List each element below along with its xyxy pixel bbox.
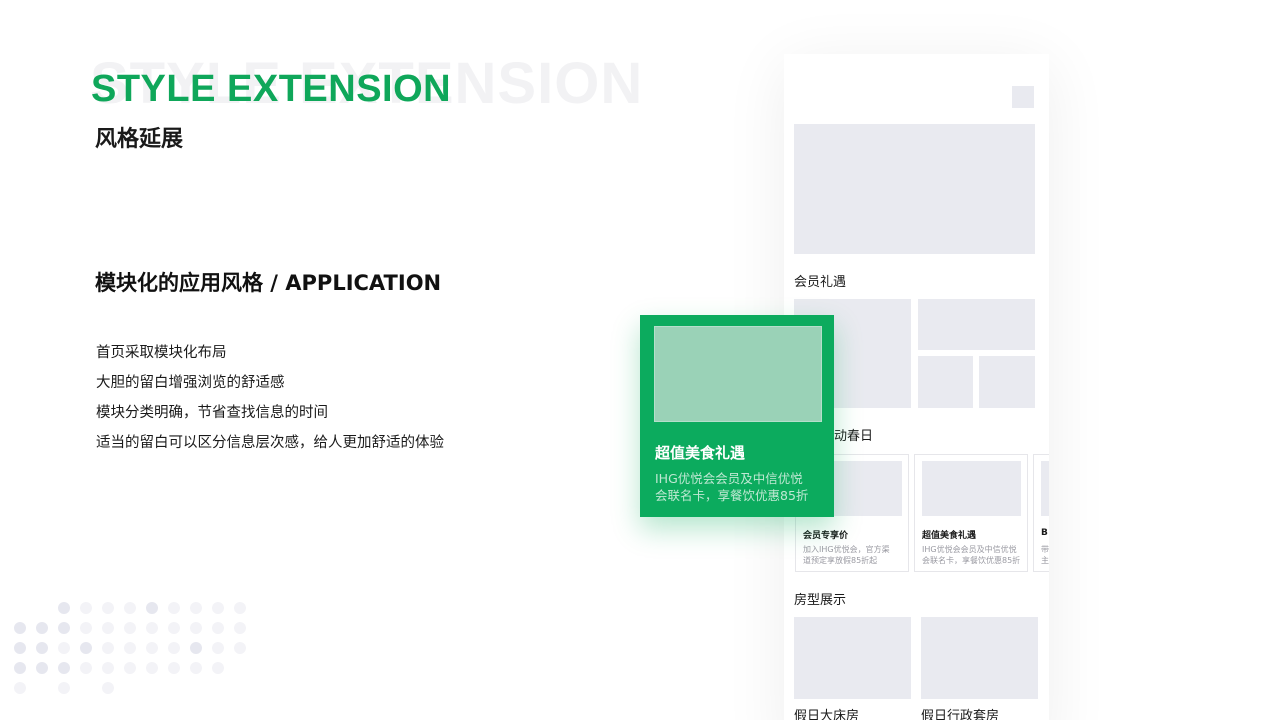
decorative-dot [190, 602, 202, 614]
decorative-dot-grid [8, 598, 268, 698]
decorative-dot [212, 622, 224, 634]
offer-card-desc: IHG优悦会会员及中信优悦 会联名卡，享餐饮优惠85折 [922, 545, 1021, 565]
decorative-dot [80, 622, 92, 634]
decorative-dot [58, 662, 70, 674]
room-name[interactable]: 假日大床房 [794, 705, 859, 720]
offer-card-image [922, 461, 1021, 516]
decorative-dot [212, 602, 224, 614]
feature-list: 首页采取模块化布局 大胆的留白增强浏览的舒适感 模块分类明确，节省查找信息的时间… [96, 338, 444, 458]
offer-card-title: B [1041, 528, 1048, 538]
decorative-dot [36, 642, 48, 654]
decorative-dot [14, 622, 26, 634]
section-label-member: 会员礼遇 [794, 275, 847, 290]
decorative-dot [146, 642, 158, 654]
feature-item: 模块分类明确，节省查找信息的时间 [96, 405, 328, 421]
decorative-dot [234, 622, 246, 634]
decorative-dot [168, 622, 180, 634]
decorative-dot [36, 662, 48, 674]
decorative-dot [168, 642, 180, 654]
highlight-card-desc: IHG优悦会会员及中信优悦 会联名卡，享餐饮优惠85折 [655, 471, 809, 503]
decorative-dot [58, 682, 70, 694]
decorative-dot [234, 602, 246, 614]
offer-card-title: 超值美食礼遇 [922, 531, 977, 541]
decorative-dot [168, 602, 180, 614]
page-title: STYLE EXTENSION [91, 68, 452, 110]
decorative-dot [124, 662, 136, 674]
member-tile-small[interactable] [918, 356, 973, 408]
page-subtitle: 风格延展 [95, 127, 184, 152]
decorative-dot [80, 602, 92, 614]
feature-item: 大胆的留白增强浏览的舒适感 [96, 375, 285, 391]
decorative-dot [80, 662, 92, 674]
decorative-dot [190, 642, 202, 654]
decorative-dot [146, 662, 158, 674]
offer-card-desc: 带主 [1041, 545, 1049, 565]
member-tile-top[interactable] [918, 299, 1035, 350]
highlight-card-image [654, 326, 822, 422]
decorative-dot [14, 642, 26, 654]
room-name[interactable]: 假日行政套房 [921, 705, 999, 720]
section-label-rooms: 房型展示 [794, 593, 847, 608]
offer-card[interactable]: B 带主 [1033, 454, 1049, 572]
decorative-dot [102, 602, 114, 614]
decorative-dot [212, 662, 224, 674]
decorative-dot [124, 622, 136, 634]
offer-card-image [1041, 461, 1049, 516]
decorative-dot [102, 682, 114, 694]
feature-item: 适当的留白可以区分信息层次感，给人更加舒适的体验 [96, 435, 444, 451]
highlight-offer-card[interactable]: 超值美食礼遇 IHG优悦会会员及中信优悦 会联名卡，享餐饮优惠85折 [640, 315, 834, 517]
decorative-dot [190, 622, 202, 634]
decorative-dot [58, 642, 70, 654]
decorative-dot [124, 642, 136, 654]
banner-placeholder[interactable] [794, 124, 1035, 254]
decorative-dot [58, 602, 70, 614]
decorative-dot [190, 662, 202, 674]
decorative-dot [146, 602, 158, 614]
decorative-dot [14, 682, 26, 694]
decorative-dot [102, 622, 114, 634]
member-tile-small[interactable] [979, 356, 1035, 408]
menu-icon[interactable] [1012, 86, 1034, 108]
decorative-dot [80, 642, 92, 654]
feature-item: 首页采取模块化布局 [96, 345, 227, 361]
decorative-dot [58, 622, 70, 634]
section-heading: 模块化的应用风格 / APPLICATION [95, 271, 442, 295]
decorative-dot [124, 602, 136, 614]
room-image[interactable] [921, 617, 1038, 699]
section-label-spring: 动春日 [834, 429, 874, 444]
decorative-dot [234, 642, 246, 654]
decorative-dot [168, 662, 180, 674]
highlight-card-title: 超值美食礼遇 [655, 444, 746, 462]
offer-card-desc: 加入IHG优悦会，官方渠 道预定享放假85折起 [803, 545, 890, 565]
decorative-dot [146, 622, 158, 634]
decorative-dot [36, 622, 48, 634]
decorative-dot [212, 642, 224, 654]
decorative-dot [102, 662, 114, 674]
offer-card[interactable]: 超值美食礼遇 IHG优悦会会员及中信优悦 会联名卡，享餐饮优惠85折 [914, 454, 1028, 572]
decorative-dot [14, 662, 26, 674]
decorative-dot [102, 642, 114, 654]
room-image[interactable] [794, 617, 911, 699]
offer-card-title: 会员专享价 [803, 531, 849, 541]
